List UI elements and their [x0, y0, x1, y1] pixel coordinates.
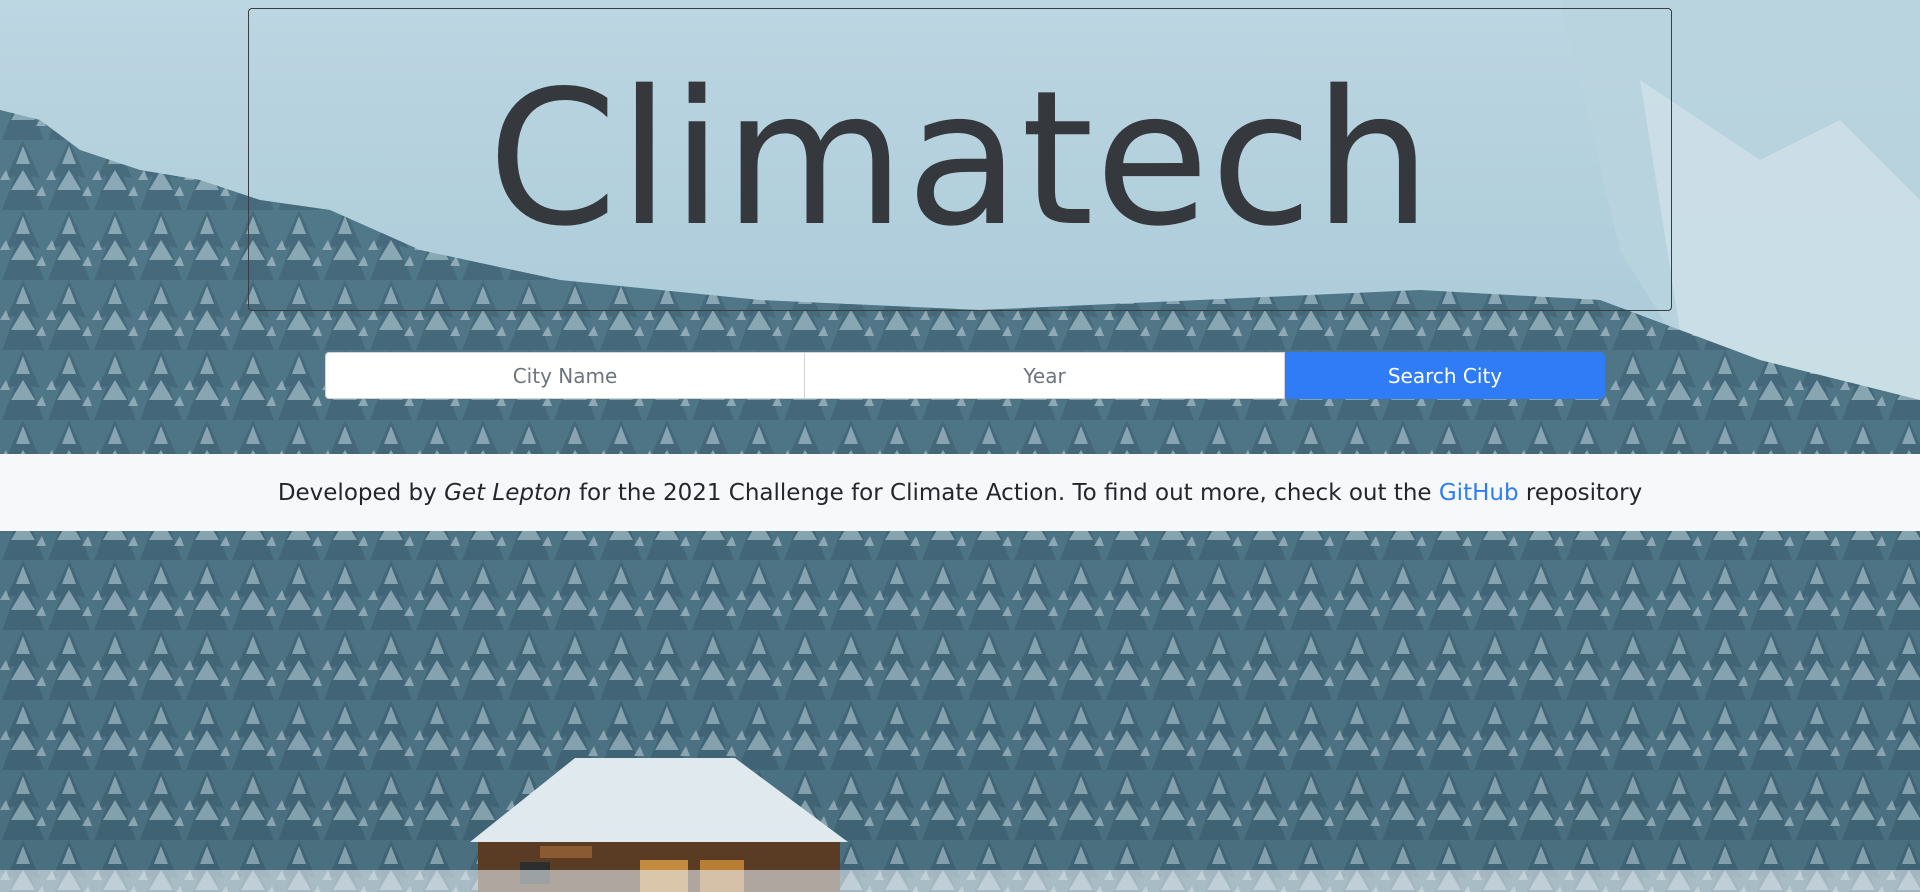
credits-middle: for the 2021 Challenge for Climate Actio…: [571, 479, 1439, 506]
credits-bar: Developed by Get Lepton for the 2021 Cha…: [0, 454, 1920, 531]
team-name: Get Lepton: [444, 479, 572, 506]
year-input[interactable]: [805, 352, 1285, 399]
search-form: Search City: [325, 352, 1605, 399]
github-link[interactable]: GitHub: [1439, 480, 1519, 506]
credits-suffix: repository: [1518, 479, 1643, 506]
page-title: Climatech: [487, 50, 1433, 267]
credits-prefix: Developed by: [277, 479, 445, 506]
hero-title-box: Climatech: [248, 8, 1672, 311]
search-city-button[interactable]: Search City: [1285, 352, 1605, 399]
city-name-input[interactable]: [325, 352, 805, 399]
